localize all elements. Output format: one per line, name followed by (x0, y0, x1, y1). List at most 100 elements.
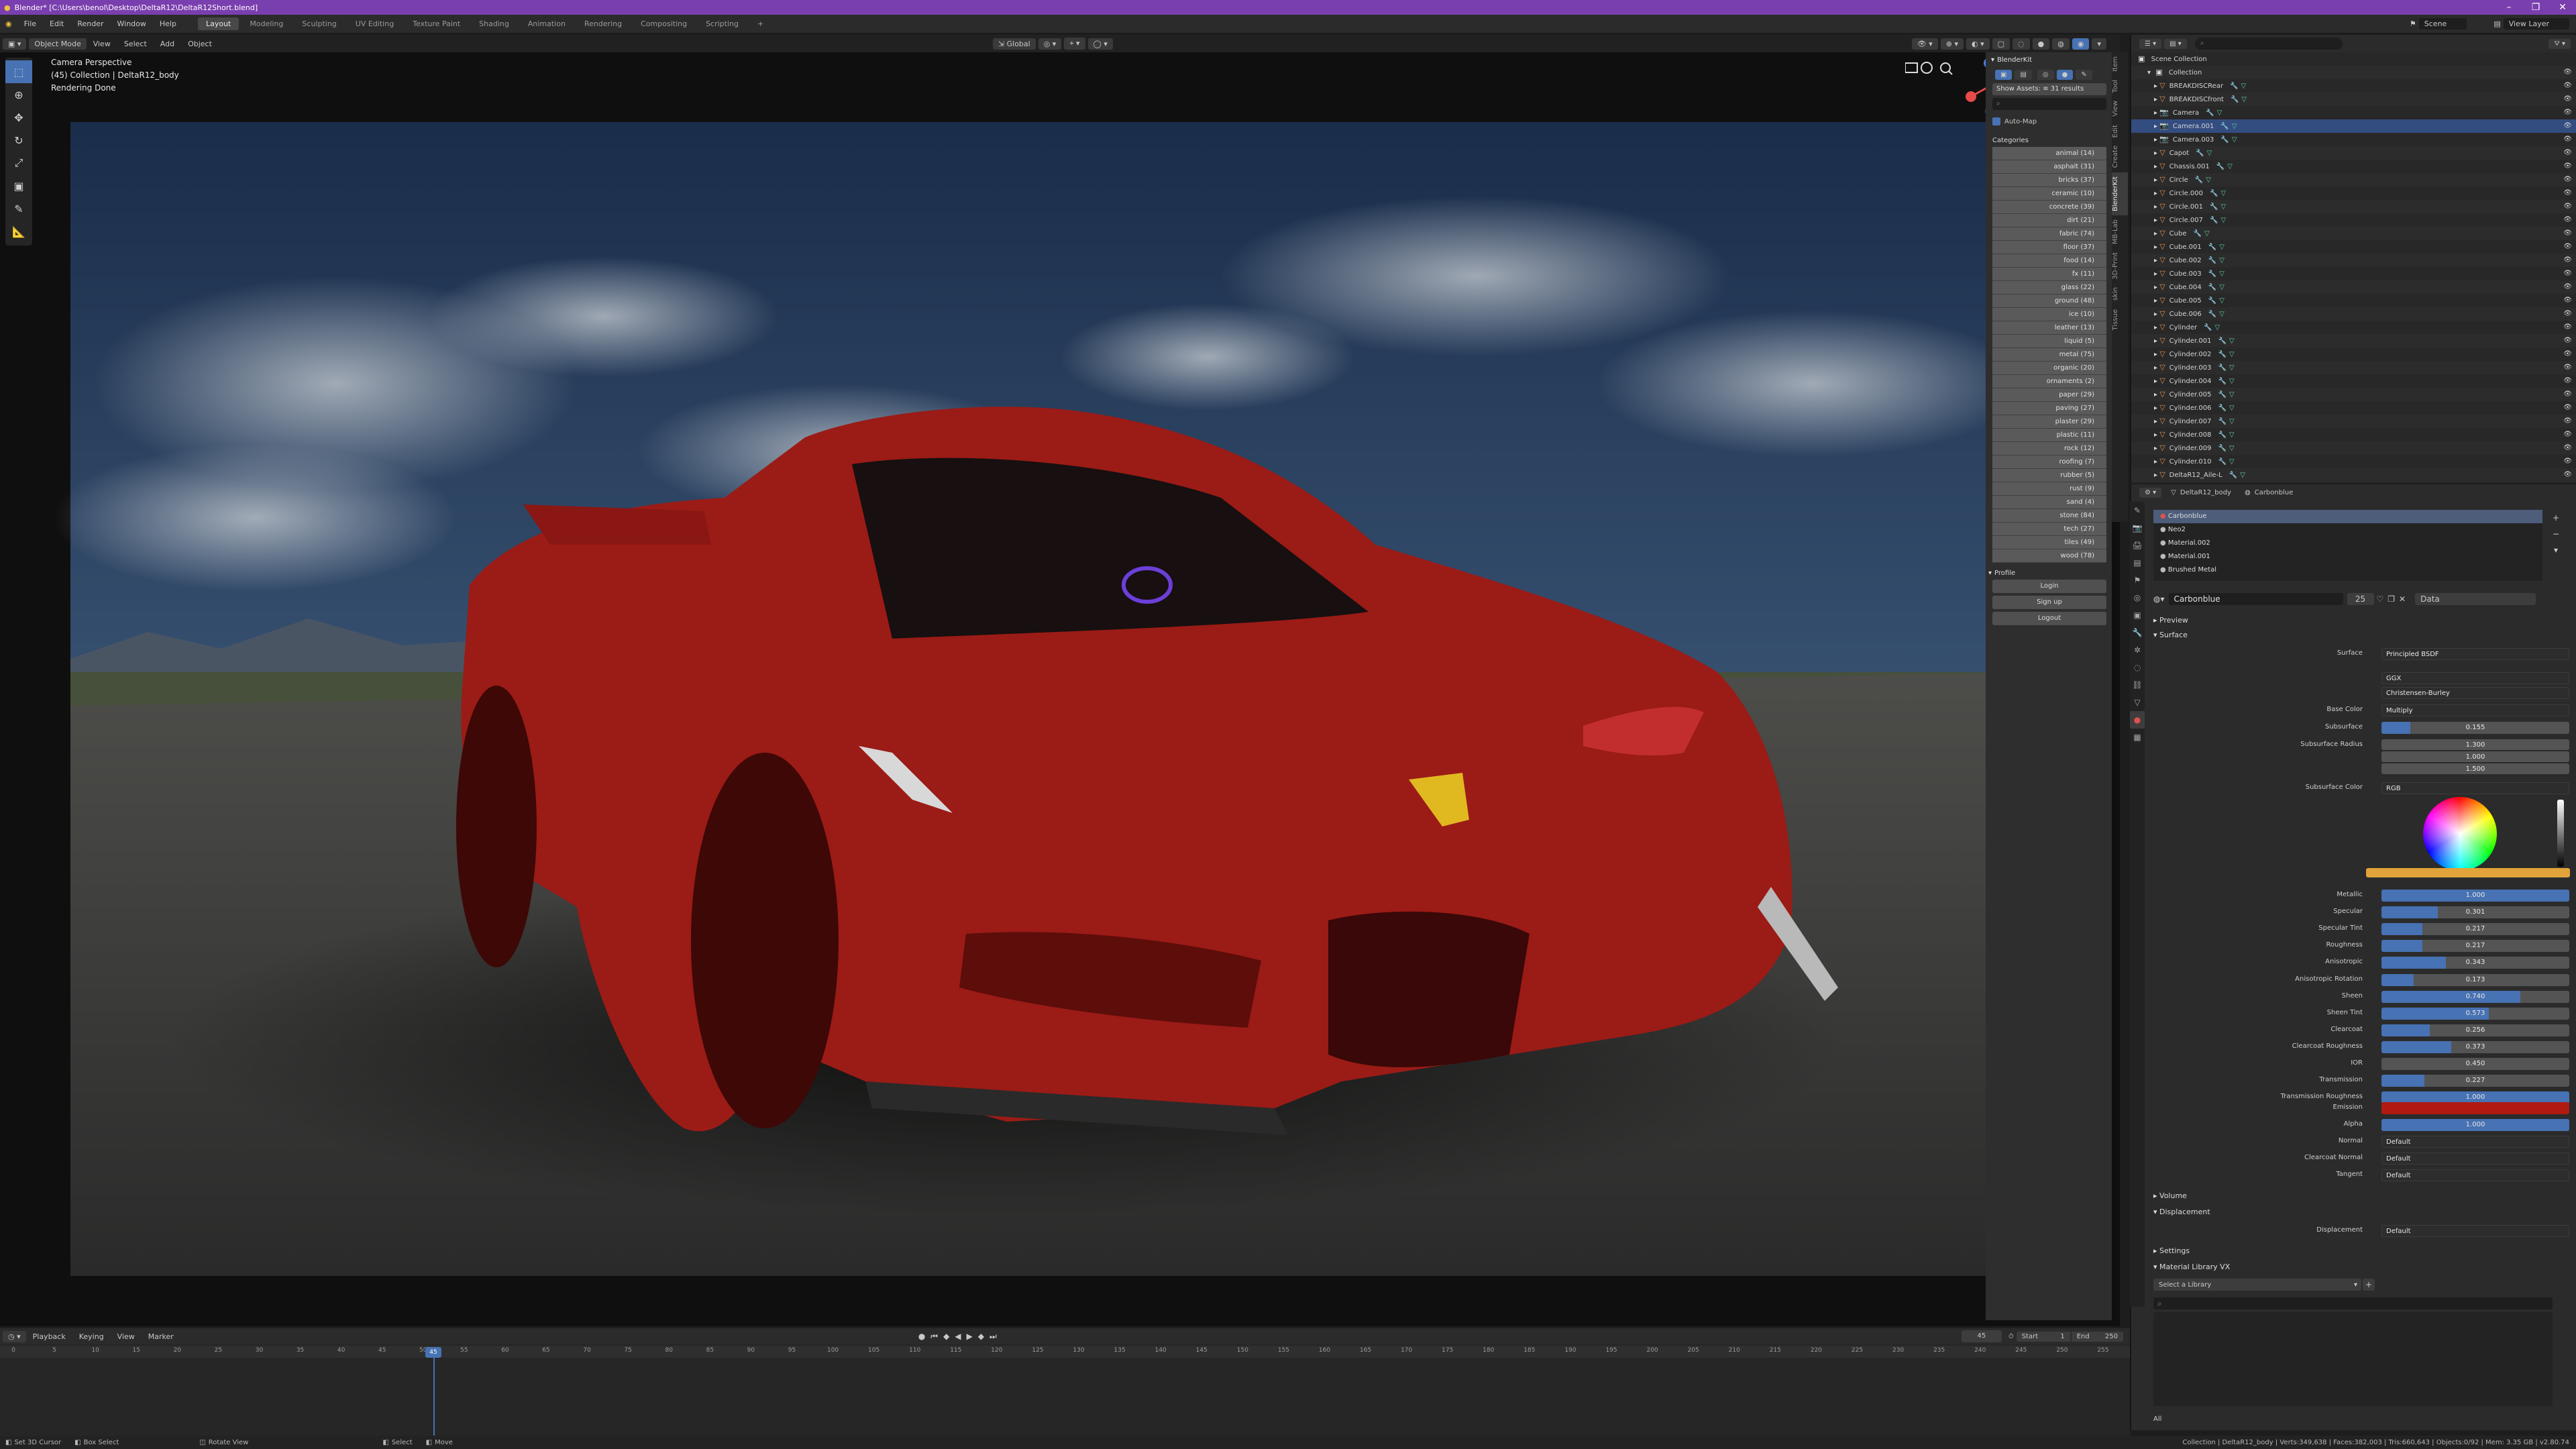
visibility-eye-icon[interactable]: 👁 (2563, 254, 2572, 267)
displacement-section-header[interactable]: ▾ Displacement (2153, 1208, 2210, 1216)
tool-tab-icon[interactable]: ✎ (2130, 502, 2145, 519)
workspace-tab-compositing[interactable]: Compositing (633, 17, 695, 30)
outliner-item[interactable]: ▸ ▽ Cylinder.009 🔧 ▽ 👁 (2131, 441, 2576, 455)
visibility-eye-icon[interactable]: 👁 (2563, 119, 2572, 133)
tab-item[interactable]: Item (2112, 52, 2128, 76)
menu-edit[interactable]: Edit (43, 19, 70, 28)
workspace-tab-sculpting[interactable]: Sculpting (294, 17, 344, 30)
visibility-eye-icon[interactable]: 👁 (2563, 294, 2572, 307)
displacement-input[interactable]: Default (2381, 1225, 2569, 1237)
jump-start-icon[interactable]: ⏮ (930, 1332, 938, 1342)
subsurface-color-swatch[interactable] (2366, 868, 2570, 877)
gizmo-toggle-button[interactable]: ⊕ ▾ (1940, 38, 1964, 50)
numeric-slider[interactable]: 0.227 (2381, 1075, 2569, 1087)
visibility-eye-icon[interactable]: 👁 (2563, 347, 2572, 361)
numeric-slider[interactable]: 0.217 (2381, 940, 2569, 953)
outliner-item[interactable]: ▸ ▽ Circle.001 🔧 ▽ 👁 (2131, 200, 2576, 213)
surface-section-header[interactable]: ▾ Surface (2153, 631, 2188, 639)
expand-arrow-icon[interactable]: ▸ (2154, 378, 2159, 385)
surface-shader-selector[interactable]: Principled BSDF (2381, 648, 2569, 660)
visibility-eye-icon[interactable]: 👁 (2563, 267, 2572, 280)
emission-color-swatch[interactable] (2381, 1102, 2569, 1114)
expand-arrow-icon[interactable]: ▸ (2154, 163, 2159, 170)
world-tab-icon[interactable]: ◎ (2130, 589, 2145, 606)
outliner-item[interactable]: ▸ ▽ Cube.001 🔧 ▽ 👁 (2131, 240, 2576, 254)
subsurface-color-mode-selector[interactable]: RGB (2381, 782, 2569, 794)
category-item[interactable]: concrete (39) (1992, 201, 2106, 214)
distribution-selector[interactable]: GGX (2381, 672, 2569, 684)
expand-arrow-icon[interactable]: ▸ (2154, 458, 2159, 466)
asset-search-input[interactable]: ⌕ (1992, 98, 2106, 110)
annotate-tool-icon[interactable]: ✎ (5, 197, 32, 220)
category-item[interactable]: paving (27) (1992, 402, 2106, 415)
visibility-eye-icon[interactable]: 👁 (2563, 213, 2572, 227)
asset-type-material-icon[interactable]: ● (2056, 69, 2074, 80)
outliner-item[interactable]: ▸ ▽ Capot 🔧 ▽ 👁 (2131, 146, 2576, 160)
workspace-tab-scripting[interactable]: Scripting (698, 17, 747, 30)
material-slot-item[interactable]: ● Brushed Metal (2153, 564, 2542, 577)
show-assets-toggle[interactable]: Show Assets: ≡ 31 results (1992, 83, 2106, 95)
category-item[interactable]: bricks (37) (1992, 174, 2106, 187)
expand-arrow-icon[interactable]: ▸ (2154, 311, 2159, 318)
visibility-eye-icon[interactable]: 👁 (2563, 441, 2572, 455)
scale-tool-icon[interactable]: ⤢ (5, 152, 32, 174)
material-browse-icon[interactable]: ◍▾ (2153, 594, 2165, 604)
category-item[interactable]: sand (4) (1992, 496, 2106, 509)
shading-solid-button[interactable]: ● (2032, 38, 2050, 50)
visibility-eye-icon[interactable]: 👁 (2563, 146, 2572, 160)
outliner-item[interactable]: ▸ ▽ Cylinder.004 🔧 ▽ 👁 (2131, 374, 2576, 388)
jump-keyframe-back-icon[interactable]: ◆ (943, 1332, 949, 1341)
category-item[interactable]: food (14) (1992, 254, 2106, 268)
asset-type-model-icon[interactable]: ▣ (1995, 69, 2012, 80)
pivot-point-button[interactable]: ◎ ▾ (1038, 38, 1062, 50)
add-workspace-button[interactable]: + (749, 17, 771, 30)
expand-arrow-icon[interactable]: ▸ (2154, 324, 2159, 331)
category-item[interactable]: paper (29) (1992, 388, 2106, 402)
outliner-item[interactable]: ▸ 📷 Camera 🔧 ▽ 👁 (2131, 106, 2576, 119)
workspace-tab-shading[interactable]: Shading (471, 17, 517, 30)
library-filter[interactable]: All (2153, 1415, 2355, 1423)
tab-edit[interactable]: Edit (2112, 121, 2128, 142)
numeric-slider[interactable]: 0.573 (2381, 1007, 2569, 1020)
expand-arrow-icon[interactable]: ▸ (2154, 257, 2159, 264)
visibility-eye-icon[interactable]: 👁 (2563, 361, 2572, 374)
constraints-tab-icon[interactable]: ⛓ (2130, 676, 2145, 694)
shading-wireframe-button[interactable]: ◌ (2012, 38, 2030, 50)
xray-toggle-button[interactable]: ▢ (1992, 38, 2010, 50)
viewport-menu-view[interactable]: View (87, 40, 117, 48)
outliner-item[interactable]: ▸ ▽ Circle.007 🔧 ▽ 👁 (2131, 213, 2576, 227)
numeric-slider[interactable]: 0.343 (2381, 957, 2569, 969)
viewport-menu-select[interactable]: Select (117, 40, 154, 48)
outliner-item[interactable]: ▸ ▽ Cylinder.002 🔧 ▽ 👁 (2131, 347, 2576, 361)
scene-collection-row[interactable]: ▣ Scene Collection (2131, 52, 2576, 66)
numeric-slider[interactable]: 0.373 (2381, 1040, 2569, 1053)
volume-section-header[interactable]: ▸ Volume (2153, 1191, 2187, 1200)
outliner-item[interactable]: ▸ ▽ Circle.000 🔧 ▽ 👁 (2131, 186, 2576, 200)
expand-arrow-icon[interactable]: ▸ (2154, 472, 2159, 479)
visibility-eye-icon[interactable]: 👁 (2563, 415, 2572, 428)
outliner-search-input[interactable]: ⌕ (2194, 38, 2343, 50)
scene-tab-icon[interactable]: ⚑ (2130, 572, 2145, 589)
category-item[interactable]: liquid (5) (1992, 335, 2106, 348)
visibility-eye-icon[interactable]: 👁 (2563, 240, 2572, 254)
category-item[interactable]: glass (22) (1992, 281, 2106, 294)
outliner-item[interactable]: ▸ ▽ Cylinder.008 🔧 ▽ 👁 (2131, 428, 2576, 441)
output-tab-icon[interactable]: 🖨 (2130, 537, 2145, 554)
material-name-field[interactable]: Carbonblue (2168, 593, 2343, 605)
expand-arrow-icon[interactable]: ▸ (2154, 176, 2159, 184)
expand-arrow-icon[interactable]: ▸ (2154, 364, 2159, 372)
outliner-filter-button[interactable]: ⛛ ▾ (2548, 38, 2571, 49)
texture-tab-icon[interactable]: ▦ (2130, 729, 2145, 746)
numeric-slider[interactable]: 1.000 (2381, 890, 2569, 902)
outliner-item[interactable]: ▸ ▽ Cylinder.001 🔧 ▽ 👁 (2131, 334, 2576, 347)
outliner-display-mode-button[interactable]: ▤ ▾ (2164, 38, 2187, 49)
visibility-eye-icon[interactable]: 👁 (2563, 106, 2572, 119)
expand-arrow-icon[interactable]: ▸ (2154, 203, 2159, 211)
category-item[interactable]: organic (20) (1992, 362, 2106, 375)
workspace-tab-animation[interactable]: Animation (520, 17, 574, 30)
library-asset-list[interactable] (2153, 1312, 2553, 1406)
blender-menu-icon[interactable]: ◉ (0, 19, 17, 28)
visibility-eye-icon[interactable]: 👁 (2563, 160, 2572, 173)
workspace-tab-rendering[interactable]: Rendering (576, 17, 630, 30)
expand-arrow-icon[interactable]: ▸ (2154, 418, 2159, 425)
